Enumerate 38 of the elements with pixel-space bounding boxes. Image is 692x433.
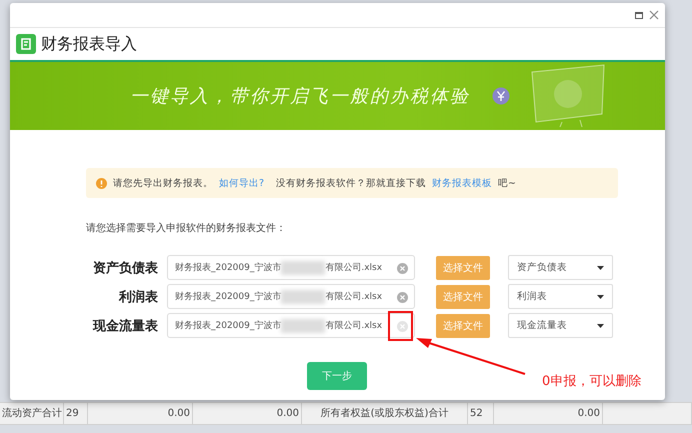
report-label: 利润表 — [118, 288, 158, 306]
clear-icon[interactable] — [397, 321, 408, 332]
document-import-icon — [16, 34, 36, 54]
table-cell: 0.00 — [494, 403, 603, 424]
yen-coin-icon — [492, 87, 510, 105]
caret-icon — [597, 266, 604, 270]
file-field[interactable]: 财务报表_202009_宁波市 有限公司.xlsx — [167, 255, 415, 280]
caret-icon — [597, 324, 604, 328]
report-label: 现金流量表 — [92, 318, 158, 334]
instruction-text: 请您选择需要导入申报软件的财务报表文件： — [86, 222, 287, 235]
report-type-select[interactable]: 利润表 — [508, 284, 613, 309]
clear-icon[interactable] — [397, 263, 408, 274]
highlight-rectangle — [388, 311, 413, 341]
redaction-blur — [281, 318, 326, 332]
notice-text: 吧~ — [498, 176, 516, 190]
table-cell: 0.00 — [193, 403, 302, 424]
warning-icon — [96, 178, 107, 188]
table-cell: 流动资产合计 — [0, 403, 64, 424]
maximize-icon[interactable] — [635, 12, 643, 18]
redaction-blur — [281, 260, 326, 274]
banner-slogan: 一键导入，带你开启飞一般的办税体验 — [130, 85, 470, 108]
dialog-title: 财务报表导入 — [41, 34, 137, 54]
caret-icon — [597, 294, 604, 298]
notice-text: 请您先导出财务报表。 — [113, 176, 213, 190]
table-cell: 52 — [468, 403, 494, 424]
notice-text: 没有财务报表软件？那就直接下载 — [276, 176, 426, 190]
file-field[interactable]: 财务报表_202009_宁波市 有限公司.xlsx — [167, 313, 415, 338]
annotation-text: 0申报，可以删除 — [542, 373, 642, 390]
file-field[interactable]: 财务报表_202009_宁波市 有限公司.xlsx — [167, 284, 415, 309]
table-cell: 所有者权益(或股东权益)合计 — [302, 403, 468, 424]
table-cell: 0.00 — [88, 403, 193, 424]
report-label: 资产负债表 — [92, 260, 158, 276]
close-icon[interactable] — [649, 10, 659, 20]
table-cell: 29 — [64, 403, 88, 424]
clear-icon[interactable] — [397, 292, 408, 303]
report-type-select[interactable]: 现金流量表 — [508, 313, 613, 338]
redaction-blur — [281, 290, 326, 304]
report-type-select[interactable]: 资产负债表 — [508, 255, 613, 280]
